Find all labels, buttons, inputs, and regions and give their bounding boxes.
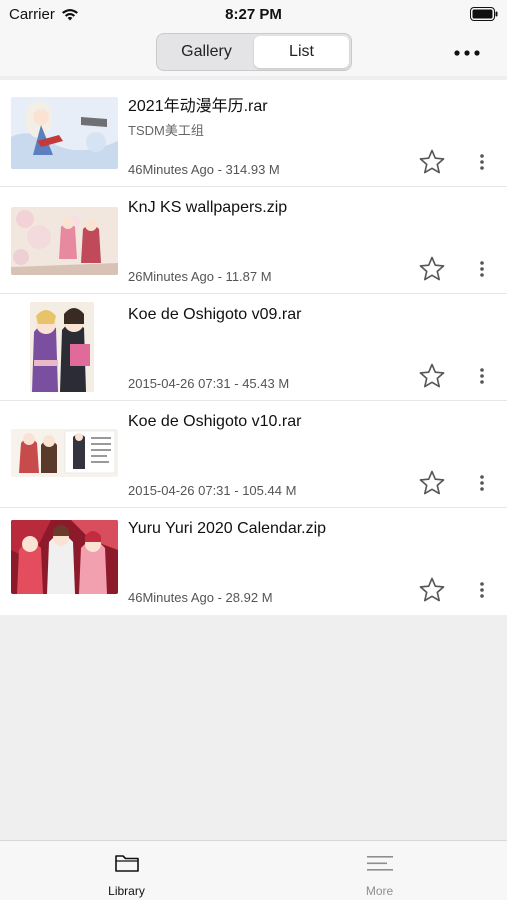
item-actions-button[interactable] (474, 579, 490, 601)
view-mode-segmented-control: Gallery List (156, 33, 352, 71)
file-name: KnJ KS wallpapers.zip (128, 199, 288, 216)
file-meta: 46Minutes Ago - 314.93 M (128, 162, 280, 177)
file-meta: 2015-04-26 07:31 - 105.44 M (128, 483, 297, 498)
kebab-vertical-icon (480, 154, 484, 170)
star-outline-icon[interactable] (418, 148, 446, 176)
list-item[interactable]: Koe de Oshigoto v09.rar 2015-04-26 07:31… (0, 294, 507, 401)
status-bar: Carrier 8:27 PM (0, 0, 507, 30)
segment-gallery[interactable]: Gallery (159, 36, 254, 68)
file-name: 2021年动漫年历.rar (128, 98, 268, 115)
file-name: Koe de Oshigoto v10.rar (128, 413, 302, 430)
clock: 8:27 PM (225, 6, 282, 23)
star-outline-icon[interactable] (418, 362, 446, 390)
tab-library-label: Library (108, 884, 145, 898)
item-actions-button[interactable] (474, 472, 490, 494)
file-thumbnail (11, 207, 118, 275)
kebab-vertical-icon (480, 582, 484, 598)
item-actions-button[interactable] (474, 258, 490, 280)
nav-bar: Gallery List (0, 30, 507, 76)
segment-list[interactable]: List (254, 36, 349, 68)
battery-icon (470, 7, 498, 21)
file-thumbnail (11, 97, 118, 169)
file-meta: 2015-04-26 07:31 - 45.43 M (128, 376, 290, 391)
item-actions-button[interactable] (474, 151, 490, 173)
kebab-vertical-icon (480, 261, 484, 277)
file-name: Koe de Oshigoto v09.rar (128, 306, 302, 323)
tab-bar: Library More (0, 840, 507, 900)
kebab-vertical-icon (480, 475, 484, 491)
list-item[interactable]: Yuru Yuri 2020 Calendar.zip 46Minutes Ag… (0, 508, 507, 615)
item-actions-button[interactable] (474, 365, 490, 387)
tab-more-label: More (365, 884, 394, 898)
hamburger-icon (366, 856, 393, 871)
file-meta: 46Minutes Ago - 28.92 M (128, 590, 273, 605)
file-meta: 26Minutes Ago - 11.87 M (128, 269, 272, 284)
file-thumbnail (11, 520, 118, 594)
file-subtitle: TSDM美工组 (128, 123, 204, 138)
file-thumbnail (30, 302, 94, 392)
list-item[interactable]: 2021年动漫年历.rar TSDM美工组 46Minutes Ago - 31… (0, 80, 507, 187)
star-outline-icon[interactable] (418, 576, 446, 604)
kebab-vertical-icon (480, 368, 484, 384)
star-outline-icon[interactable] (418, 255, 446, 283)
folder-icon (114, 855, 139, 872)
tab-more[interactable]: More (253, 841, 506, 900)
more-options-button[interactable] (449, 42, 485, 64)
file-name: Yuru Yuri 2020 Calendar.zip (128, 520, 327, 537)
tab-library[interactable]: Library (0, 841, 253, 900)
file-thumbnail (11, 429, 118, 477)
list-item[interactable]: Koe de Oshigoto v10.rar 2015-04-26 07:31… (0, 401, 507, 508)
star-outline-icon[interactable] (418, 469, 446, 497)
file-list: 2021年动漫年历.rar TSDM美工组 46Minutes Ago - 31… (0, 80, 507, 615)
list-item[interactable]: KnJ KS wallpapers.zip 26Minutes Ago - 11… (0, 187, 507, 294)
more-horizontal-icon (454, 50, 480, 56)
